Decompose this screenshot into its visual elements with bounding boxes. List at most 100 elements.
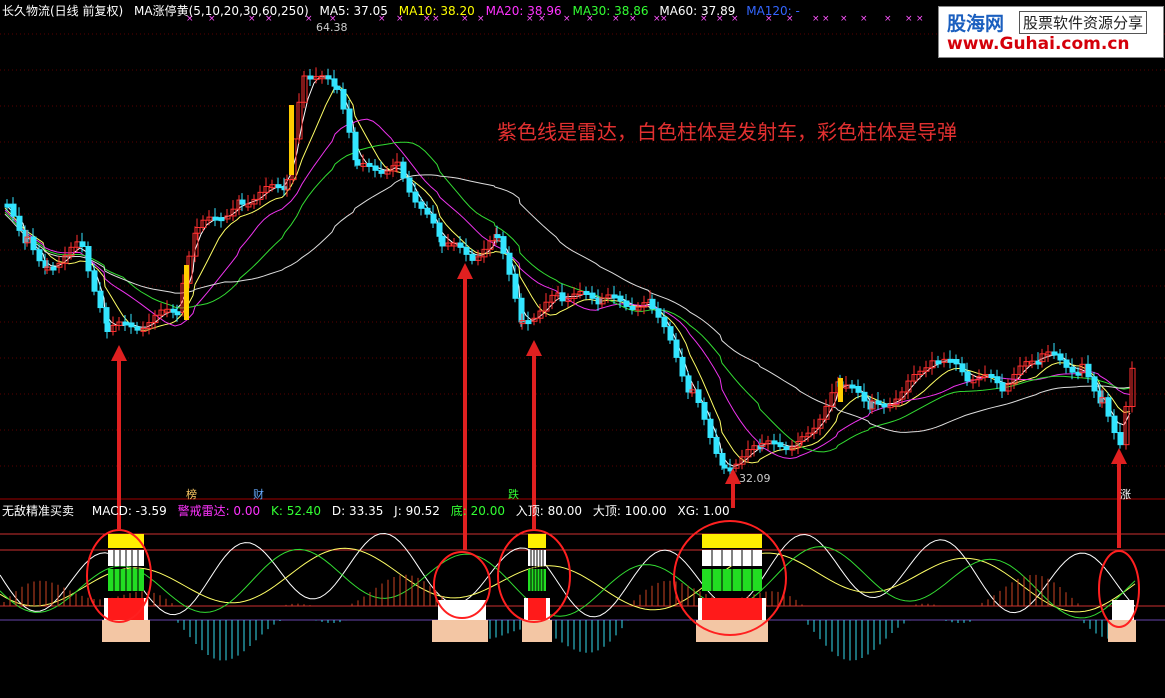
ma120-value: MA120: - — [746, 4, 800, 18]
buy-arrow-head — [457, 263, 473, 279]
candle-body — [988, 373, 995, 378]
marker-x: × — [884, 14, 892, 24]
candle-body — [1085, 363, 1092, 378]
candle-body — [16, 215, 23, 231]
event-tag-zhang: 涨 — [1120, 488, 1131, 501]
candle-body — [307, 75, 314, 80]
candle-body — [783, 446, 790, 451]
candle-body — [999, 382, 1006, 392]
indicator-name[interactable]: 无敌精准买卖 — [2, 504, 74, 518]
candle-body — [439, 235, 446, 247]
launch-vehicle-column — [1112, 600, 1134, 620]
low-price-label: 32.09 — [739, 472, 771, 485]
marker-x: × — [822, 14, 830, 24]
stock-chart-screen: × × × × × × × × × × × × × × × × × × × × × × × × × × × × × × × × 长久物流(日线… — [0, 0, 1165, 698]
ma5-value: MA5: 37.05 — [319, 4, 388, 18]
buy-arrow-head — [111, 345, 127, 361]
candle-body — [771, 440, 778, 445]
candle-body — [589, 292, 596, 299]
candle-body — [128, 322, 135, 328]
candle-body — [412, 191, 419, 203]
missile-yellow-block — [528, 534, 546, 548]
candle-body — [964, 371, 971, 382]
candle-body — [212, 216, 219, 221]
candle-body — [994, 376, 1001, 384]
candle-body — [378, 169, 385, 174]
candle-body — [104, 322, 111, 332]
buy-arrow-head — [526, 340, 542, 356]
candle-body — [1091, 376, 1098, 392]
candle-body — [500, 236, 507, 254]
candle-body — [457, 242, 464, 248]
ma10-value: MA10: 38.20 — [398, 4, 475, 18]
missile-red-block — [528, 598, 546, 620]
k-value: K: 52.40 — [270, 504, 322, 518]
candle-body — [667, 326, 674, 341]
candle-body — [325, 75, 332, 80]
base-platform — [102, 620, 150, 642]
candle-body — [713, 436, 720, 454]
missile-red-block — [108, 598, 144, 620]
candle-body — [777, 442, 784, 448]
candle-body — [91, 270, 98, 292]
marker-x: × — [812, 14, 820, 24]
ma20-line — [4, 118, 1131, 459]
big-top-value: 大顶: 100.00 — [592, 504, 667, 518]
candle-body — [406, 177, 413, 193]
candle-body — [959, 363, 966, 373]
candle-body — [559, 292, 566, 302]
candle-body — [275, 184, 282, 189]
candle-body — [1069, 366, 1076, 373]
logo-title: 股海网 — [947, 13, 1005, 35]
base-platform — [432, 620, 488, 642]
marker-x: × — [905, 14, 913, 24]
indicator-header: 无敌精准买卖 MACD: -3.59 警戒雷达: 0.00 K: 52.40 D… — [2, 502, 737, 519]
candle-body — [875, 400, 882, 405]
base-platform — [522, 620, 552, 642]
candle-body — [947, 358, 954, 363]
marker-x: × — [840, 14, 848, 24]
candle-body — [134, 326, 141, 331]
candle-body — [30, 236, 37, 251]
candle-body — [695, 389, 702, 403]
candle-body — [512, 273, 519, 299]
candle-body — [494, 234, 501, 239]
high-price-label: 64.38 — [316, 21, 348, 34]
limit-up-candle — [184, 265, 189, 320]
candle-body — [79, 241, 86, 248]
missile-yellow-block — [702, 534, 762, 548]
ma60-value: MA60: 37.89 — [659, 4, 736, 18]
candle-body — [218, 217, 225, 222]
candle-body — [629, 305, 636, 310]
candle-body — [721, 464, 728, 469]
candle-body — [611, 294, 618, 299]
candle-body — [861, 391, 868, 402]
logo-tagline: 股票软件资源分享 — [1019, 11, 1148, 34]
annotation-text: 紫色线是雷达，白色柱体是发射车，彩色柱体是导弹 — [497, 120, 957, 144]
candle-body — [881, 403, 888, 408]
candle-body — [701, 401, 708, 420]
event-tag-die: 跌 — [508, 488, 519, 501]
buy-arrow-head — [1111, 448, 1127, 464]
candle-body — [10, 203, 17, 217]
candle-body — [331, 78, 338, 87]
event-tag-bang: 榜 — [186, 488, 197, 501]
marker-x: × — [916, 14, 924, 24]
candle-body — [239, 199, 246, 205]
radar-value: 警戒雷达: 0.00 — [177, 504, 261, 518]
stock-title[interactable]: 长久物流(日线 前复权) — [2, 4, 123, 18]
j-value: J: 90.52 — [394, 504, 440, 518]
enter-top-value: 入顶: 80.00 — [515, 504, 583, 518]
price-chart[interactable]: × × × × × × × × × × × × × × × × × × × × × × × × × × × × × × × × — [0, 0, 1165, 698]
candle-body — [506, 252, 513, 275]
candle-body — [1105, 397, 1112, 417]
macd-value: MACD: -3.59 — [91, 504, 167, 518]
candle-body — [424, 207, 431, 215]
candle-body — [85, 246, 92, 272]
j-line — [0, 532, 1136, 618]
candle-body — [1117, 432, 1124, 446]
candle-body — [1051, 351, 1058, 356]
candle-body — [617, 295, 624, 302]
candle-body — [430, 213, 437, 224]
candle-body — [679, 356, 686, 377]
